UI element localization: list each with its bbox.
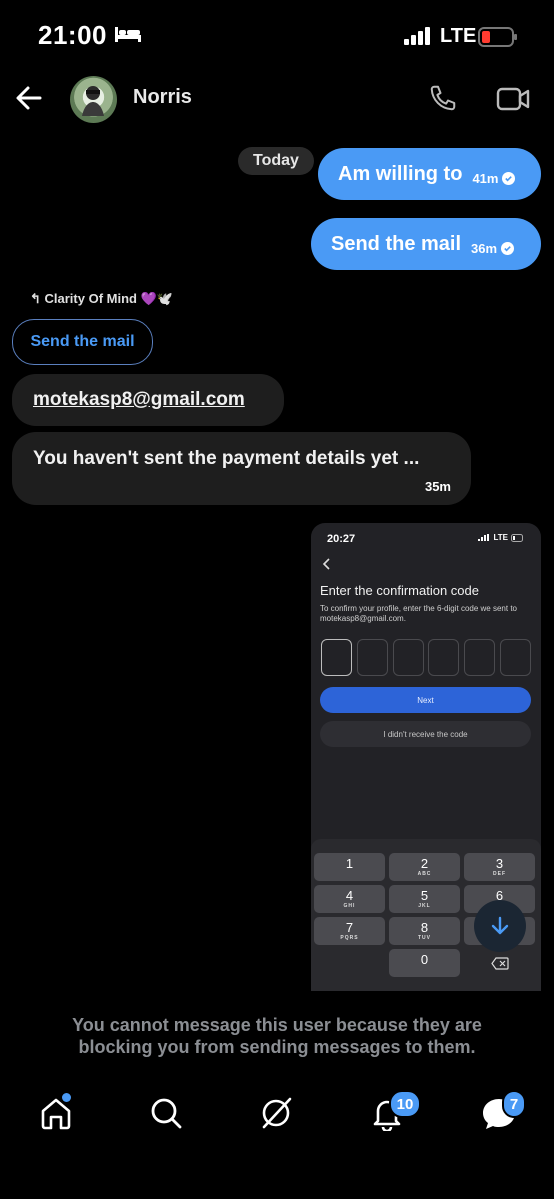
screenshot-network: LTE [493, 533, 508, 542]
keypad-key: 8 TUV [389, 917, 460, 945]
sent-message[interactable]: Send the mail 36m [311, 218, 541, 270]
quoted-message[interactable]: Send the mail [12, 319, 153, 365]
code-box [357, 639, 388, 676]
screenshot-back-icon [322, 557, 332, 576]
sleep-mode-icon [114, 24, 142, 49]
keypad-key: 0 [389, 949, 460, 977]
screenshot-next-button: Next [320, 687, 531, 713]
keypad-key: 3 DEF [464, 853, 535, 881]
screenshot-time: 20:27 [327, 533, 356, 545]
video-call-icon[interactable] [496, 86, 530, 117]
sent-message[interactable]: Am willing to 41m [318, 148, 541, 200]
status-time: 21:00 [38, 20, 107, 50]
reply-arrow-icon: ↰ [30, 291, 45, 306]
screenshot-description: To confirm your profile, enter the 6-dig… [320, 604, 517, 623]
read-check-icon [501, 241, 515, 255]
unread-dot [62, 1093, 71, 1102]
date-chip: Today [238, 147, 314, 175]
code-box [464, 639, 495, 676]
battery-icon [478, 27, 518, 52]
notifications-badge: 10 [389, 1090, 421, 1118]
keypad-key: 7 PQRS [314, 917, 385, 945]
received-message[interactable]: You haven't sent the payment details yet… [12, 432, 471, 505]
grok-icon [262, 1097, 292, 1129]
message-time: 36m [471, 240, 498, 256]
screenshot-heading: Enter the confirmation code [320, 583, 479, 598]
code-box [500, 639, 531, 676]
messages-tab[interactable]: 7 [480, 1090, 526, 1136]
home-tab[interactable] [38, 1093, 74, 1136]
received-message[interactable]: motekasp8@gmail.com [12, 374, 284, 426]
email-link[interactable]: motekasp8@gmail.com [33, 389, 245, 411]
code-box [321, 639, 352, 676]
blocked-notice: You cannot message this user because the… [72, 1015, 482, 1057]
search-tab[interactable] [148, 1095, 184, 1136]
reply-author: Clarity Of Mind 💜🕊️ [44, 291, 173, 306]
search-icon [151, 1098, 182, 1129]
code-box [428, 639, 459, 676]
grok-tab[interactable] [258, 1095, 294, 1136]
message-text: Am willing to [338, 162, 463, 185]
message-text: Send the mail [331, 232, 462, 255]
network-label: LTE [440, 25, 477, 47]
keypad-key: 5 JKL [389, 885, 460, 913]
signal-icon [404, 27, 432, 50]
keypad-delete-icon [491, 957, 509, 975]
phone-call-icon[interactable] [428, 83, 458, 118]
back-button[interactable] [14, 84, 44, 117]
keypad-key: 1 [314, 853, 385, 881]
notifications-tab[interactable]: 10 [369, 1090, 421, 1136]
read-check-icon [502, 171, 516, 185]
keypad-key: 2 ABC [389, 853, 460, 881]
messages-badge: 7 [502, 1090, 526, 1118]
reply-header: ↰ Clarity Of Mind 💜🕊️ [30, 291, 173, 307]
contact-name[interactable]: Norris [133, 86, 192, 109]
scroll-to-bottom-button[interactable] [474, 900, 526, 952]
message-time: 41m [472, 170, 499, 186]
message-text: You haven't sent the payment details yet… [33, 448, 420, 469]
message-time: 35m [424, 479, 451, 494]
screenshot-status: LTE [478, 533, 525, 542]
code-box [393, 639, 424, 676]
keypad-key: 4 GHI [314, 885, 385, 913]
screenshot-no-code-button: I didn't receive the code [320, 721, 531, 747]
contact-avatar[interactable] [70, 76, 117, 123]
message-meta: 36m [471, 240, 515, 256]
arrow-down-icon [491, 916, 509, 935]
message-meta: 41m [472, 170, 516, 186]
